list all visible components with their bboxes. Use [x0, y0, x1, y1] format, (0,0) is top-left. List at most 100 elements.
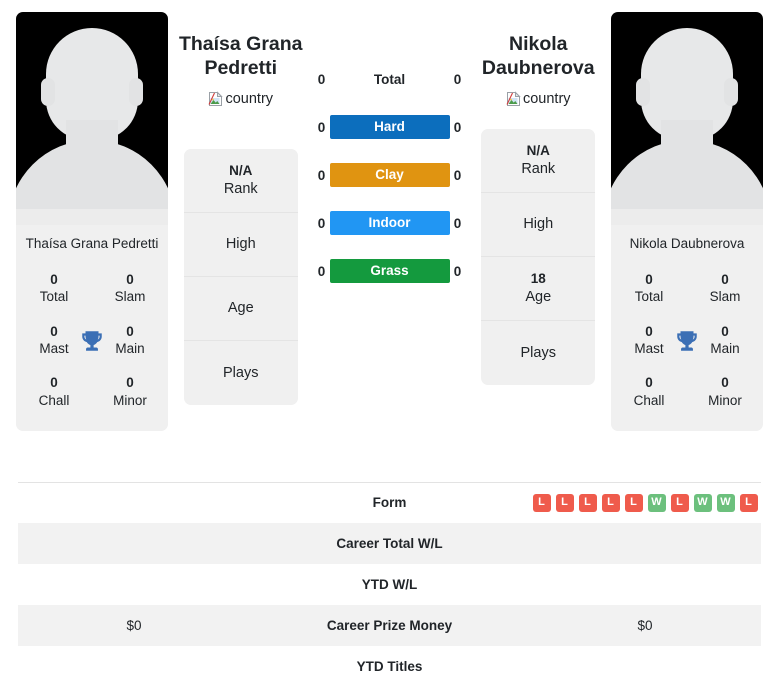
table-row-form: Form LLLLLWLWWL: [0, 482, 779, 523]
player-card-left[interactable]: Thaísa Grana Pedretti 0 Total 0 Slam 0 M…: [16, 12, 168, 431]
surface-badge-clay[interactable]: Clay: [329, 162, 450, 188]
h2h-right-value: 0: [453, 71, 462, 87]
detail-row-age: Age: [183, 277, 298, 341]
stat-cell: 0 Chall: [611, 365, 687, 417]
row-right-value: LLLLLWLWWL: [511, 493, 779, 512]
h2h-left-value: 0: [317, 215, 326, 231]
detail-value: N/A: [526, 142, 550, 158]
row-right-value: $0: [637, 618, 653, 633]
form-badge-w[interactable]: W: [693, 493, 712, 512]
stat-value: 0: [126, 272, 134, 288]
player-card-name-left: Thaísa Grana Pedretti: [25, 236, 159, 251]
row-label: Form: [372, 495, 407, 510]
stat-label: Minor: [708, 392, 742, 408]
detail-row-plays: Plays: [481, 321, 595, 385]
row-label: YTD W/L: [361, 577, 418, 592]
stat-label: Chall: [633, 392, 665, 408]
h2h-left-value: 0: [317, 263, 326, 279]
comparison-header: Thaísa Grana Pedretti 0 Total 0 Slam 0 M…: [0, 0, 779, 482]
detail-row-plays: Plays: [184, 341, 298, 405]
h2h-label-total: Total: [373, 71, 406, 87]
row-left-value: $0: [126, 618, 142, 633]
stat-value: 0: [50, 272, 58, 288]
form-badge-l[interactable]: L: [555, 493, 574, 512]
player-name-right: Nikola Daubnerova: [481, 33, 595, 80]
h2h-row-grass: 0 Grass 0: [314, 258, 466, 284]
detail-row-high: High: [481, 193, 596, 257]
h2h-row-clay: 0 Clay 0: [314, 162, 466, 188]
table-row-career-prize-money: $0 Career Prize Money $0: [0, 605, 779, 646]
h2h-right-value: 0: [453, 215, 462, 231]
player-photo-left: [16, 12, 168, 225]
titles-grid-right: 0 Total 0 Slam 0 Mast 0 Main 0 Chall 0 M…: [611, 252, 763, 431]
stat-label: Minor: [113, 392, 147, 408]
h2h-row-total: 0 Total 0: [314, 66, 466, 92]
stat-cell: 0 Slam: [687, 262, 763, 314]
stat-cell: 0 Minor: [687, 365, 763, 417]
surface-badge-grass[interactable]: Grass: [329, 258, 450, 284]
surface-badge-hard[interactable]: Hard: [329, 114, 450, 140]
detail-label: Rank: [521, 160, 556, 177]
h2h-surface-label: Total: [330, 72, 450, 87]
form-badge-l[interactable]: L: [739, 493, 758, 512]
stat-label: Slam: [709, 289, 741, 305]
player-card-right[interactable]: Nikola Daubnerova 0 Total 0 Slam 0 Mast …: [611, 12, 763, 431]
detail-value: 18: [530, 270, 546, 286]
player-details-panel-right: N/A Rank High 18 Age Plays: [481, 128, 596, 385]
detail-label: Rank: [223, 180, 258, 197]
h2h-row-indoor: 0 Indoor 0: [314, 210, 466, 236]
form-badge-w[interactable]: W: [647, 493, 666, 512]
detail-label: High: [225, 236, 256, 253]
surface-badge-indoor[interactable]: Indoor: [329, 210, 450, 236]
detail-row-rank: N/A Rank: [183, 149, 298, 213]
trophy-icon: [79, 328, 105, 354]
comparison-stats-table: Form LLLLLWLWWL Career Total W/L YTD W/L…: [0, 482, 779, 687]
stat-label: Chall: [38, 392, 70, 408]
broken-image-icon: [208, 91, 224, 107]
h2h-left-value: 0: [317, 167, 326, 183]
country-alt-text-left: country: [225, 90, 274, 107]
detail-label: Plays: [520, 344, 556, 361]
h2h-right-value: 0: [453, 263, 462, 279]
form-badge-l[interactable]: L: [532, 493, 551, 512]
h2h-right-value: 0: [453, 119, 462, 135]
stat-cell: 0 Minor: [92, 365, 168, 417]
h2h-row-hard: 0 Hard 0: [314, 114, 466, 140]
player-country-right: country: [506, 91, 571, 107]
h2h-surface-label: Hard: [329, 114, 450, 140]
stat-value: 0: [126, 375, 134, 391]
detail-label: Age: [525, 288, 552, 305]
table-row-ytd-wl: YTD W/L: [0, 564, 779, 605]
form-badge-l[interactable]: L: [578, 493, 597, 512]
detail-label: High: [523, 216, 554, 233]
detail-value: N/A: [229, 162, 253, 178]
player-card-name-right: Nikola Daubnerova: [629, 236, 745, 251]
row-label: YTD Titles: [356, 659, 423, 674]
stat-value: 0: [721, 272, 729, 288]
form-badge-w[interactable]: W: [716, 493, 735, 512]
trophy-icon: [674, 328, 700, 354]
form-badge-list: LLLLLWLWWL: [511, 493, 779, 512]
stat-value: 0: [50, 375, 58, 391]
h2h-surface-label: Indoor: [329, 210, 450, 236]
stat-value: 0: [645, 375, 653, 391]
form-badge-l[interactable]: L: [670, 493, 689, 512]
player-country-left: country: [208, 91, 273, 107]
stat-label: Total: [39, 289, 69, 305]
detail-row-high: High: [183, 213, 298, 277]
stat-value: 0: [645, 272, 653, 288]
head-to-head-column: 0 Total 0 0 Hard 0 0 Clay 0 0 Indoor 0 0…: [314, 66, 466, 284]
player-name-left: Thaísa Grana Pedretti: [178, 33, 303, 80]
player-info-column-right: Nikola Daubnerova country N/A Rank High …: [466, 10, 612, 385]
h2h-left-value: 0: [317, 71, 326, 87]
country-alt-text-right: country: [522, 90, 571, 107]
detail-label: Age: [227, 300, 254, 317]
form-badge-l[interactable]: L: [601, 493, 620, 512]
titles-grid-left: 0 Total 0 Slam 0 Mast 0 Main 0 Chall 0 M…: [16, 252, 168, 431]
player-info-column-left: Thaísa Grana Pedretti country N/A Rank H…: [168, 10, 314, 405]
stat-cell: 0 Slam: [92, 262, 168, 314]
player-details-panel-left: N/A Rank High Age Plays: [183, 148, 298, 405]
form-badge-l[interactable]: L: [624, 493, 643, 512]
detail-label: Plays: [223, 364, 259, 381]
stat-cell: 0 Total: [16, 262, 92, 314]
